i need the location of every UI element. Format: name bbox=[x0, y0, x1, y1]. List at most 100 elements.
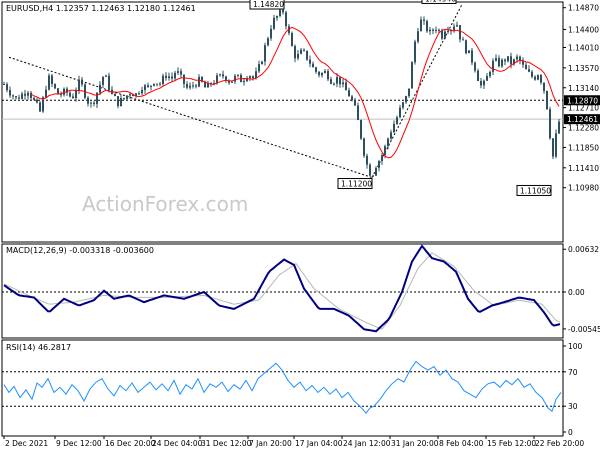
candle-body bbox=[189, 85, 191, 88]
candle-body bbox=[99, 84, 101, 93]
candle-body bbox=[36, 99, 38, 103]
price-annotation-label: 1.11050 bbox=[520, 186, 551, 195]
candle-body bbox=[291, 33, 293, 47]
candle-body bbox=[105, 75, 107, 77]
candle-body bbox=[480, 80, 482, 86]
candle-body bbox=[234, 75, 236, 82]
candle-body bbox=[474, 62, 476, 71]
price-annotation-label: 1.14940 bbox=[425, 0, 456, 3]
rsi-header: RSI(14) 46.2817 bbox=[6, 343, 71, 352]
candle-body bbox=[12, 95, 14, 97]
rsi-tick-label: 70 bbox=[568, 368, 578, 377]
candle-body bbox=[171, 76, 173, 79]
watermark: ActionForex.com bbox=[82, 192, 248, 216]
candle-body bbox=[327, 71, 329, 80]
candle-body bbox=[120, 97, 122, 107]
candle-body bbox=[192, 85, 194, 87]
candle-body bbox=[114, 93, 116, 97]
candle-body bbox=[528, 69, 530, 72]
candle-body bbox=[393, 123, 395, 133]
candle-body bbox=[303, 49, 305, 51]
candle-body bbox=[468, 50, 470, 54]
candle-body bbox=[534, 76, 536, 80]
candle-body bbox=[465, 40, 467, 54]
candle-body bbox=[6, 84, 8, 91]
price-tick-label: 1.13570 bbox=[568, 64, 599, 73]
candle-body bbox=[471, 50, 473, 63]
candle-body bbox=[141, 90, 143, 94]
candle-body bbox=[237, 74, 239, 76]
macd-main-line bbox=[3, 244, 561, 333]
candle-body bbox=[324, 71, 326, 73]
candle-body bbox=[54, 83, 56, 89]
candle-body bbox=[369, 164, 371, 176]
candle-body bbox=[159, 83, 161, 85]
candle-body bbox=[495, 58, 497, 61]
macd-signal-line bbox=[3, 252, 561, 330]
candle-body bbox=[267, 38, 269, 46]
x-tick-label: 24 Dec 04:00 bbox=[152, 439, 203, 448]
candle-body bbox=[276, 16, 278, 18]
candle-body bbox=[429, 29, 431, 32]
candle-body bbox=[417, 31, 419, 42]
rsi-panel-frame bbox=[1, 339, 564, 437]
candle-body bbox=[24, 93, 26, 96]
macd-header: MACD(12,26,9) -0.003318 -0.003600 bbox=[6, 246, 154, 255]
rsi-line bbox=[3, 360, 562, 414]
candle-body bbox=[378, 161, 380, 168]
candle-body bbox=[414, 41, 416, 63]
candle-body bbox=[459, 25, 461, 40]
candle-body bbox=[396, 117, 398, 124]
candle-body bbox=[48, 75, 50, 90]
candle-body bbox=[543, 82, 545, 91]
candle-body bbox=[375, 167, 377, 176]
macd-tick-label: -0.005455 bbox=[568, 325, 600, 334]
candle-body bbox=[477, 70, 479, 81]
candle-body bbox=[312, 63, 314, 68]
candle-body bbox=[294, 46, 296, 59]
candle-body bbox=[183, 74, 185, 84]
candle-body bbox=[18, 97, 20, 99]
price-tick-label: 1.14400 bbox=[568, 25, 599, 34]
candle-body bbox=[501, 59, 503, 67]
candle-body bbox=[363, 138, 365, 156]
candle-body bbox=[195, 85, 197, 87]
candle-body bbox=[555, 133, 557, 157]
candle-body bbox=[435, 29, 437, 31]
candle-body bbox=[486, 76, 488, 81]
candle-body bbox=[498, 58, 500, 67]
candle-body bbox=[516, 56, 518, 60]
price-tick-label: 1.14010 bbox=[568, 43, 599, 52]
rsi-layer: 100 70 30 0 bbox=[2, 342, 583, 437]
candle-body bbox=[348, 90, 350, 97]
rsi-tick-label: 0 bbox=[568, 428, 573, 437]
x-tick-label: 31 Jan 20:00 bbox=[391, 439, 439, 448]
candle-body bbox=[510, 56, 512, 65]
candle-body bbox=[558, 121, 560, 134]
candle-body bbox=[507, 56, 509, 62]
candle-body bbox=[177, 71, 179, 73]
candle-body bbox=[216, 75, 218, 84]
candle-body bbox=[342, 82, 344, 85]
x-tick-label: 16 Dec 20:00 bbox=[105, 439, 156, 448]
candle-body bbox=[456, 25, 458, 27]
candle-body bbox=[399, 107, 401, 118]
candle-body bbox=[162, 75, 164, 85]
price-tick-label: 1.10980 bbox=[568, 184, 599, 193]
candle-body bbox=[138, 93, 140, 95]
candle-body bbox=[144, 85, 146, 91]
candle-body bbox=[423, 19, 425, 21]
candle-body bbox=[531, 71, 533, 77]
candle-body bbox=[426, 20, 428, 32]
candle-body bbox=[309, 59, 311, 64]
candle-body bbox=[108, 75, 110, 90]
candle-body bbox=[525, 64, 527, 70]
candle-body bbox=[249, 76, 251, 79]
price-tick-label: 1.11850 bbox=[568, 143, 599, 152]
candle-body bbox=[411, 62, 413, 89]
candle-body bbox=[168, 76, 170, 78]
x-tick-label: 9 Dec 12:00 bbox=[56, 439, 102, 448]
candle-body bbox=[75, 90, 77, 99]
eurusd-h4-chart: ActionForex.com 1.14820 1.14940 1.11200 1.1… bbox=[1, 0, 600, 448]
candle-body bbox=[15, 96, 17, 98]
